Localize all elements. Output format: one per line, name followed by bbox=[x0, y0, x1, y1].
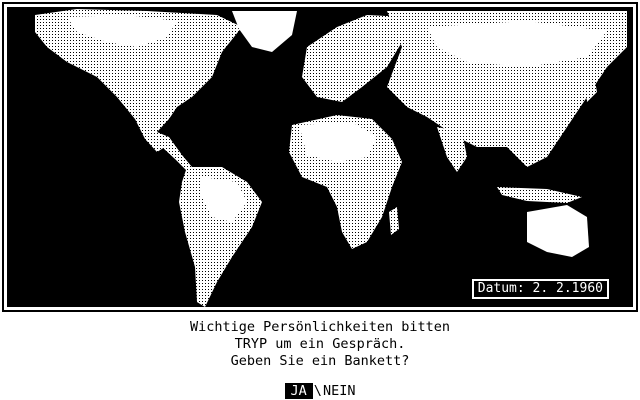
choice-bar: JA \NEIN bbox=[0, 383, 640, 399]
world-map: Datum: 2. 2.1960 bbox=[7, 7, 633, 307]
australia bbox=[527, 205, 589, 257]
yes-option[interactable]: JA bbox=[284, 383, 313, 399]
message-line-2: TRYP um ein Gespräch. bbox=[234, 336, 406, 352]
world-map-frame: Datum: 2. 2.1960 bbox=[2, 2, 638, 312]
message-line-1: Wichtige Persönlichkeiten bitten bbox=[189, 319, 451, 335]
choice-separator: \ bbox=[313, 383, 322, 399]
greenland bbox=[232, 11, 297, 52]
date-display: Datum: 2. 2.1960 bbox=[470, 278, 611, 300]
date-value: 2. 2.1960 bbox=[524, 281, 603, 296]
world-map-graphic bbox=[35, 9, 627, 307]
event-message: Wichtige Persönlichkeiten bitten TRYP um… bbox=[0, 319, 640, 370]
message-line-3: Geben Sie ein Bankett? bbox=[230, 353, 410, 369]
no-option[interactable]: NEIN bbox=[323, 383, 356, 399]
date-label: Datum: bbox=[477, 281, 525, 296]
